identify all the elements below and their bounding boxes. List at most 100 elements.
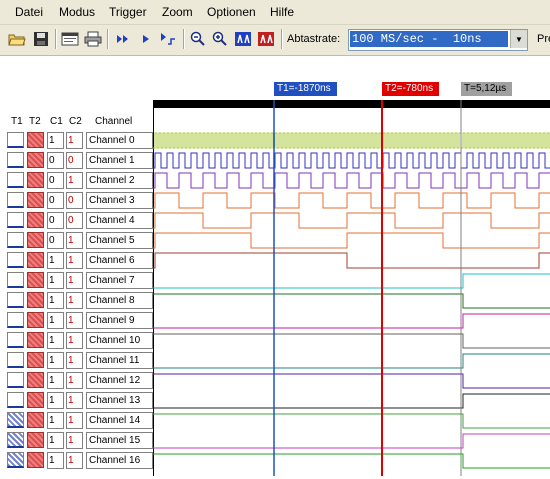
c1-value[interactable]: 1 — [47, 132, 64, 149]
c2-value[interactable]: 1 — [66, 232, 83, 249]
c2-value[interactable]: 1 — [66, 452, 83, 469]
marker-t1-icon[interactable] — [232, 28, 254, 50]
marker-t-label[interactable]: T=5,12µs — [461, 82, 512, 96]
t1-trigger-checkbox[interactable] — [7, 332, 24, 348]
c1-value[interactable]: 0 — [47, 192, 64, 209]
c2-value[interactable]: 1 — [66, 172, 83, 189]
channel-name: Channel 16 — [86, 452, 153, 469]
toolbar-separator — [183, 29, 185, 49]
marker-t1-label[interactable]: T1=-1870ns — [274, 82, 337, 96]
t1-trigger-checkbox[interactable] — [7, 292, 24, 308]
menu-hilfe[interactable]: Hilfe — [270, 5, 294, 19]
channel-name: Channel 6 — [86, 252, 153, 269]
t2-trigger-checkbox[interactable] — [27, 292, 44, 308]
t2-trigger-checkbox[interactable] — [27, 392, 44, 408]
t1-trigger-checkbox[interactable] — [7, 152, 24, 168]
t2-trigger-checkbox[interactable] — [27, 432, 44, 448]
zoom-out-icon[interactable] — [187, 28, 209, 50]
c2-value[interactable]: 1 — [66, 132, 83, 149]
t1-trigger-checkbox[interactable] — [7, 412, 24, 428]
marker-t2-icon[interactable] — [255, 28, 277, 50]
t1-trigger-checkbox[interactable] — [7, 452, 24, 468]
t1-trigger-checkbox[interactable] — [7, 352, 24, 368]
waveform-channel-10 — [153, 333, 550, 349]
t2-trigger-checkbox[interactable] — [27, 152, 44, 168]
channel-name: Channel 4 — [86, 212, 153, 229]
c1-value[interactable]: 1 — [47, 292, 64, 309]
c1-value[interactable]: 1 — [47, 392, 64, 409]
trigger-step-icon[interactable] — [157, 28, 179, 50]
menu-optionen[interactable]: Optionen — [207, 5, 256, 19]
c2-value[interactable]: 1 — [66, 372, 83, 389]
menu-modus[interactable]: Modus — [59, 5, 95, 19]
t1-trigger-checkbox[interactable] — [7, 392, 24, 408]
t1-trigger-checkbox[interactable] — [7, 212, 24, 228]
t2-trigger-checkbox[interactable] — [27, 252, 44, 268]
c2-value[interactable]: 1 — [66, 412, 83, 429]
c2-value[interactable]: 1 — [66, 432, 83, 449]
t2-trigger-checkbox[interactable] — [27, 452, 44, 468]
c1-value[interactable]: 0 — [47, 152, 64, 169]
t1-trigger-checkbox[interactable] — [7, 232, 24, 248]
t2-trigger-checkbox[interactable] — [27, 352, 44, 368]
t2-trigger-checkbox[interactable] — [27, 212, 44, 228]
c2-value[interactable]: 1 — [66, 312, 83, 329]
t1-trigger-checkbox[interactable] — [7, 272, 24, 288]
channel-row: 0 0 Channel 4 — [0, 211, 153, 231]
t2-trigger-checkbox[interactable] — [27, 192, 44, 208]
c1-value[interactable]: 1 — [47, 452, 64, 469]
save-icon[interactable] — [30, 28, 52, 50]
c2-value[interactable]: 0 — [66, 152, 83, 169]
sample-rate-select[interactable]: 100 MS/sec - 10ns ▼ — [348, 29, 528, 51]
c2-value[interactable]: 1 — [66, 352, 83, 369]
c2-value[interactable]: 0 — [66, 212, 83, 229]
c2-value[interactable]: 0 — [66, 192, 83, 209]
c1-value[interactable]: 0 — [47, 212, 64, 229]
waveform-channel-8 — [153, 293, 550, 309]
window-icon[interactable] — [59, 28, 81, 50]
c2-value[interactable]: 1 — [66, 272, 83, 289]
t1-trigger-checkbox[interactable] — [7, 192, 24, 208]
menu-trigger[interactable]: Trigger — [109, 5, 147, 19]
c1-value[interactable]: 1 — [47, 432, 64, 449]
c1-value[interactable]: 0 — [47, 232, 64, 249]
dropdown-arrow-icon[interactable]: ▼ — [510, 30, 527, 48]
t1-trigger-checkbox[interactable] — [7, 252, 24, 268]
t1-trigger-checkbox[interactable] — [7, 432, 24, 448]
t2-trigger-checkbox[interactable] — [27, 132, 44, 148]
c1-value[interactable]: 1 — [47, 272, 64, 289]
t1-trigger-checkbox[interactable] — [7, 312, 24, 328]
menu-datei[interactable]: Datei — [15, 5, 43, 19]
c1-value[interactable]: 1 — [47, 352, 64, 369]
c1-value[interactable]: 1 — [47, 412, 64, 429]
play-icon[interactable] — [135, 28, 157, 50]
t1-trigger-checkbox[interactable] — [7, 172, 24, 188]
t2-trigger-checkbox[interactable] — [27, 272, 44, 288]
menu-zoom[interactable]: Zoom — [162, 5, 193, 19]
channel-row: 1 1 Channel 11 — [0, 351, 153, 371]
marker-t2-label[interactable]: T2=-780ns — [382, 82, 439, 96]
c1-value[interactable]: 1 — [47, 332, 64, 349]
menu-bar: Datei Modus Trigger Zoom Optionen Hilfe — [0, 0, 550, 25]
zoom-in-icon[interactable] — [209, 28, 231, 50]
t1-trigger-checkbox[interactable] — [7, 132, 24, 148]
c1-value[interactable]: 1 — [47, 252, 64, 269]
t2-trigger-checkbox[interactable] — [27, 312, 44, 328]
c2-value[interactable]: 1 — [66, 392, 83, 409]
c2-value[interactable]: 1 — [66, 252, 83, 269]
waveform-display[interactable]: T1=-1870ns T2=-780ns T=5,12µs — [152, 82, 550, 476]
open-icon[interactable] — [6, 28, 28, 50]
c1-value[interactable]: 0 — [47, 172, 64, 189]
c1-value[interactable]: 1 — [47, 372, 64, 389]
c1-value[interactable]: 1 — [47, 312, 64, 329]
c2-value[interactable]: 1 — [66, 292, 83, 309]
t2-trigger-checkbox[interactable] — [27, 372, 44, 388]
t2-trigger-checkbox[interactable] — [27, 232, 44, 248]
t2-trigger-checkbox[interactable] — [27, 172, 44, 188]
c2-value[interactable]: 1 — [66, 332, 83, 349]
print-icon[interactable] — [82, 28, 104, 50]
fast-forward-icon[interactable] — [112, 28, 134, 50]
t2-trigger-checkbox[interactable] — [27, 412, 44, 428]
t1-trigger-checkbox[interactable] — [7, 372, 24, 388]
t2-trigger-checkbox[interactable] — [27, 332, 44, 348]
